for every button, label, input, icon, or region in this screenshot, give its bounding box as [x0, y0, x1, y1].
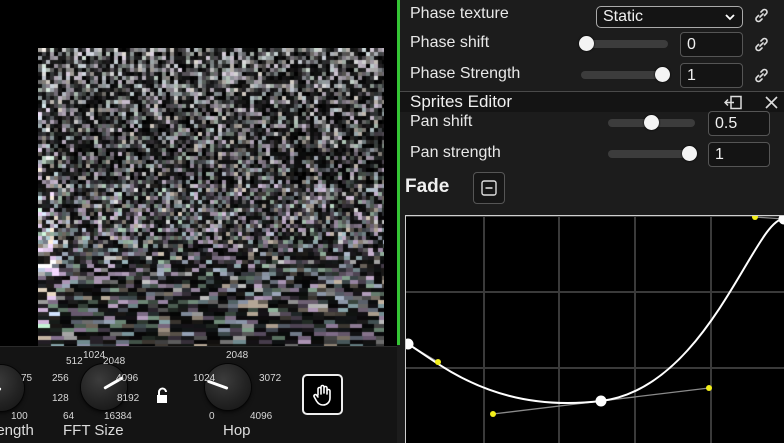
pan-shift-row: Pan shift — [400, 109, 784, 137]
phase-shift-row: Phase shift — [400, 30, 784, 58]
link-icon[interactable] — [753, 67, 770, 84]
phase-shift-slider-thumb[interactable] — [579, 36, 594, 51]
hop-tick-2048: 2048 — [226, 350, 249, 361]
phase-texture-label: Phase texture — [410, 5, 509, 22]
hop-tick-1024: 1024 — [193, 373, 216, 384]
phase-texture-value: Static — [603, 8, 644, 25]
close-icon[interactable] — [764, 95, 779, 110]
fft-tick-64: 64 — [63, 411, 75, 422]
fft-tick-1024: 1024 — [83, 350, 106, 361]
length-knob[interactable] — [0, 365, 24, 411]
pan-strength-row: Pan strength — [400, 140, 784, 168]
fft-tick-512: 512 — [66, 356, 83, 367]
fade-curve-editor[interactable] — [405, 215, 784, 443]
fft-tick-2048: 2048 — [103, 356, 126, 367]
pan-strength-input[interactable] — [708, 142, 770, 167]
hop-tick-3072: 3072 — [259, 373, 282, 384]
pan-shift-input[interactable] — [708, 111, 770, 136]
fft-tick-8192: 8192 — [117, 393, 140, 404]
phase-shift-input[interactable] — [680, 32, 743, 57]
pan-strength-label: Pan strength — [410, 144, 501, 161]
phase-shift-label: Phase shift — [410, 34, 490, 51]
fft-tick-16384: 16384 — [104, 411, 132, 422]
hand-grab-icon — [312, 384, 331, 406]
pan-strength-slider-thumb[interactable] — [682, 146, 697, 161]
phase-texture-select[interactable]: Static — [596, 6, 743, 28]
hop-tick-4096: 4096 — [250, 411, 273, 422]
inspector-pane: Phase texture Static Phase shift Phase S… — [400, 0, 784, 443]
hop-knob[interactable] — [205, 364, 251, 410]
phase-strength-input[interactable] — [680, 63, 743, 88]
spectrogram-view[interactable] — [38, 48, 384, 346]
fft-tick-4096: 4096 — [116, 373, 139, 384]
phase-strength-label: Phase Strength — [410, 65, 521, 82]
collapse-minus-icon — [481, 180, 497, 196]
length-tick-75: 75 — [21, 373, 33, 384]
pan-shift-slider-thumb[interactable] — [644, 115, 659, 130]
phase-texture-row: Phase texture Static — [400, 1, 784, 29]
length-tick-100: 100 — [11, 411, 28, 422]
link-icon[interactable] — [753, 36, 770, 53]
fft-tick-256: 256 — [52, 373, 69, 384]
fft-size-knob-label: FFT Size — [63, 422, 124, 439]
hand-grab-button[interactable] — [302, 374, 343, 415]
pan-shift-label: Pan shift — [410, 113, 473, 130]
spectrogram-pane: 75 100 Length 512 1024 2048 256 4096 128… — [0, 0, 397, 443]
fft-tick-128: 128 — [52, 393, 69, 404]
phase-strength-slider-thumb[interactable] — [655, 67, 670, 82]
lock-open-icon[interactable] — [154, 387, 172, 405]
length-knob-label: Length — [0, 422, 34, 439]
dock-icon[interactable] — [724, 95, 742, 110]
phase-shift-slider-track[interactable] — [581, 40, 668, 48]
phase-strength-row: Phase Strength — [400, 61, 784, 89]
fade-section-title: Fade — [405, 176, 450, 197]
hop-tick-0: 0 — [209, 411, 215, 422]
chevron-down-icon — [725, 14, 735, 21]
link-icon[interactable] — [753, 7, 770, 24]
hop-knob-label: Hop — [223, 422, 251, 439]
fade-collapse-button[interactable] — [473, 172, 505, 204]
